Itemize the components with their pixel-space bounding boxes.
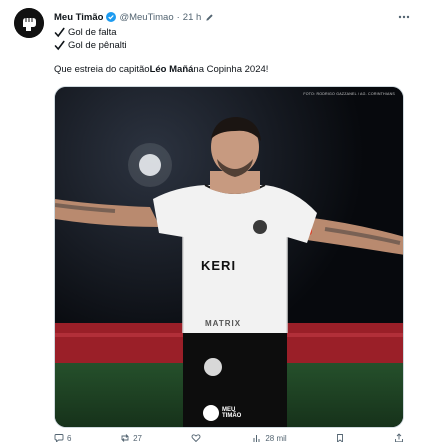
bookmark-icon	[337, 434, 344, 442]
watermark-text: MEU TIMÃO	[222, 407, 241, 419]
views-count: 28 mil	[265, 433, 287, 442]
repost-button[interactable]: 27	[120, 433, 142, 442]
handle[interactable]: @MeuTimao	[119, 12, 173, 23]
repost-count: 27	[133, 433, 143, 442]
like-button[interactable]	[191, 433, 204, 442]
text-line-2: Gol de pênalti	[54, 39, 403, 52]
text-line-3: Que estreia do capitão Léo Mañá na Copin…	[54, 63, 403, 76]
repost-icon	[121, 434, 129, 442]
check-mark-icon	[54, 27, 65, 38]
views-button[interactable]: 28 mil	[252, 433, 287, 442]
watermark-line-2: TIMÃO	[222, 413, 242, 419]
tweet-photo[interactable]: FOTO: RODRIGO GAZZANEL / AG. CORINTHIANS…	[54, 86, 404, 428]
separator-dot: ·	[176, 11, 180, 23]
timestamp[interactable]: 21 h	[183, 12, 202, 23]
photo-credit: FOTO: RODRIGO GAZZANEL / AG. CORINTHIANS	[303, 92, 395, 96]
text-line-1: Gol de falta	[54, 26, 403, 39]
tweet-line-1: Gol de falta	[68, 27, 117, 38]
fist-logo-icon	[14, 8, 44, 38]
jersey-chest: MATRIX	[205, 319, 242, 328]
fist-logo-icon	[203, 405, 219, 421]
tweet-line-2: Gol de pênalti	[68, 40, 127, 51]
views-chart-icon	[253, 435, 260, 442]
display-name[interactable]: Meu Timão	[54, 12, 103, 23]
reply-button[interactable]: 6	[54, 433, 71, 442]
edited-pencil-icon[interactable]	[205, 13, 214, 22]
jersey-sponsor: KERI	[201, 258, 237, 273]
tweet-card[interactable]: Meu Timão @MeuTimao · 21 h Gol de falta …	[0, 0, 421, 442]
heart-icon	[191, 434, 201, 442]
tweet-text-bold: Léo Mañá	[149, 64, 194, 75]
avatar[interactable]	[14, 8, 44, 38]
reply-icon	[54, 434, 64, 442]
reply-count: 6	[67, 433, 72, 442]
action-bar: 6 27 28 mil	[54, 432, 404, 442]
tweet-header: Meu Timão @MeuTimao · 21 h	[54, 9, 411, 25]
verified-badge-icon	[106, 12, 117, 22]
watermark-logo: MEU TIMÃO	[203, 405, 241, 421]
check-mark-icon	[54, 40, 65, 51]
tweet-text: Gol de falta Gol de pênalti Que estreia …	[54, 26, 403, 76]
share-button[interactable]	[394, 433, 404, 442]
share-icon	[395, 433, 403, 442]
tweet-text-post: na Copinha 2024!	[193, 64, 269, 75]
more-options-icon[interactable]	[397, 10, 411, 24]
tweet-text-pre: Que estreia do capitão	[54, 64, 150, 75]
bookmark-button[interactable]	[335, 433, 345, 442]
